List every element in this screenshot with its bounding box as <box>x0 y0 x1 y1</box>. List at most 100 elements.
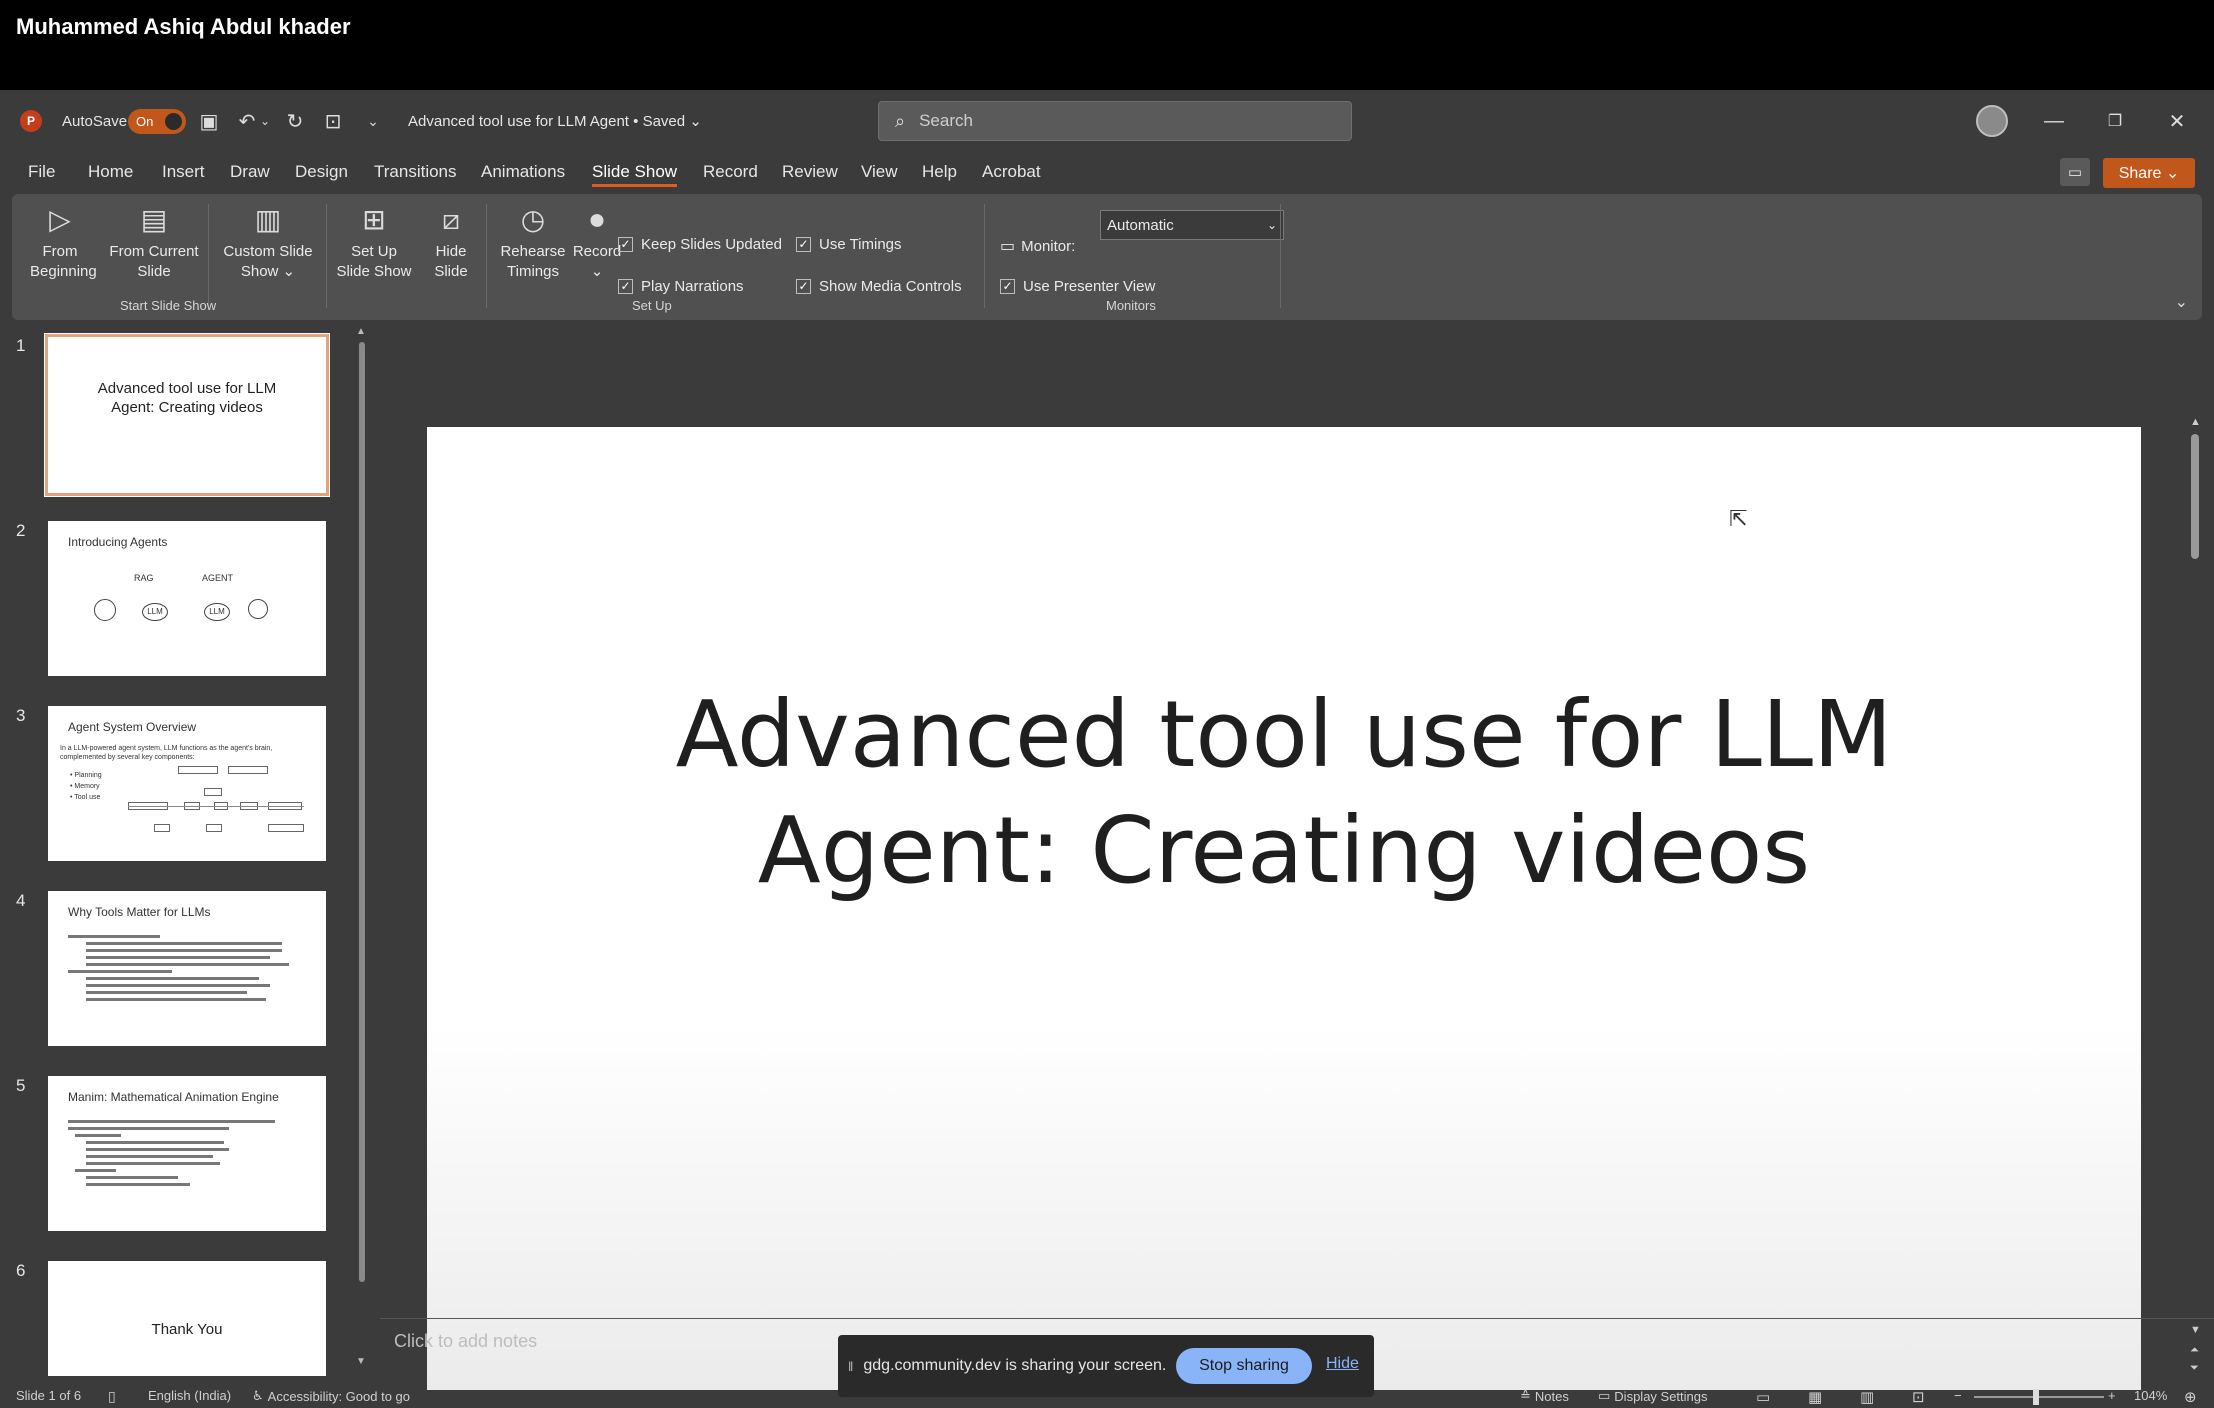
restore-icon[interactable]: ❐ <box>2098 104 2132 138</box>
ribbon-collapse-icon[interactable]: ⌄ <box>2175 292 2188 312</box>
set-up-slide-show-button[interactable]: ⊞ Set Up Slide Show <box>334 202 414 282</box>
user-avatar[interactable] <box>1976 105 2008 137</box>
language-indicator[interactable]: English (India) <box>148 1388 231 1403</box>
scrollbar-thumb[interactable] <box>2191 434 2199 559</box>
play-from-start-icon: ▷ <box>49 204 71 235</box>
thumb-bullet-text: Memory <box>74 783 100 790</box>
custom-slide-show-button[interactable]: ▥ Custom Slide Show ⌄ <box>216 202 320 282</box>
normal-view-icon[interactable]: ▭ <box>1756 1388 1770 1406</box>
thumb-body-text: In a LLM-powered agent system, LLM funct… <box>60 745 273 761</box>
setup-show-icon: ⊞ <box>362 204 386 235</box>
save-icon[interactable]: ▣ <box>196 108 222 134</box>
slide-show-view-icon[interactable]: ⊡ <box>1912 1388 1925 1406</box>
tab-review[interactable]: Review <box>782 162 838 182</box>
tab-draw[interactable]: Draw <box>230 162 270 182</box>
scroll-up-icon[interactable]: ▲ <box>356 326 366 337</box>
zoom-out-icon[interactable]: − <box>1954 1388 1962 1403</box>
from-beginning-button[interactable]: ▷ From Beginning <box>30 202 97 282</box>
zoom-slider-thumb[interactable] <box>2033 1389 2039 1405</box>
redo-icon[interactable]: ↻ <box>282 108 308 134</box>
ribbon-separator <box>326 204 327 308</box>
keep-slides-updated-label: Keep Slides Updated <box>641 236 782 253</box>
spell-check-icon[interactable]: ▯ <box>108 1388 116 1405</box>
undo-dropdown-icon[interactable]: ⌄ <box>258 108 272 134</box>
tab-help[interactable]: Help <box>922 162 957 182</box>
title-bar: P AutoSave On ▣ ↶ ⌄ ↻ ⊡ ⌄ Advanced tool … <box>0 90 2214 152</box>
hide-banner-link[interactable]: Hide <box>1326 1355 1359 1373</box>
autosave-toggle[interactable]: On <box>128 109 186 134</box>
group-label-start-slide-show: Start Slide Show <box>120 298 217 313</box>
share-button[interactable]: Share ⌄ <box>2103 158 2195 188</box>
undo-icon[interactable]: ↶ <box>234 108 260 134</box>
next-slide-icon[interactable]: ⏷ <box>2190 1362 2199 1375</box>
tab-record[interactable]: Record <box>703 162 758 182</box>
tab-slide-show[interactable]: Slide Show <box>592 162 678 187</box>
custom-show-icon: ▥ <box>254 204 282 235</box>
slide-thumbnail-3[interactable]: Agent System Overview In a LLM-powered a… <box>48 706 326 861</box>
present-icon[interactable]: ⊡ <box>320 108 346 134</box>
thumb-title: Advanced tool use for LLM Agent: Creatin… <box>97 380 277 416</box>
thumbnails-scrollbar[interactable]: ▲ ▼ <box>356 326 366 1367</box>
thumb-number: 6 <box>16 1261 26 1280</box>
thumb-bullet-text: Planning <box>74 772 102 779</box>
zoom-level[interactable]: 104% <box>2134 1388 2167 1403</box>
zoom-slider[interactable] <box>1974 1396 2104 1398</box>
show-media-controls-checkbox[interactable]: ✓ Show Media Controls <box>796 278 962 295</box>
tab-file[interactable]: File <box>28 162 55 182</box>
slide-thumbnail-6[interactable]: Thank You <box>48 1261 326 1376</box>
slide-scrollbar[interactable]: ▲ ▼ ⏶ ⏷ <box>2188 416 2202 1386</box>
thumb-diagram <box>128 766 308 852</box>
notes-placeholder: Click to add notes <box>394 1331 538 1351</box>
autosave-state: On <box>136 114 154 129</box>
slide-sorter-icon[interactable]: ▦ <box>1808 1388 1822 1406</box>
slide-thumbnails-pane: 1 Advanced tool use for LLM Agent: Creat… <box>0 326 380 1376</box>
tab-transitions[interactable]: Transitions <box>374 162 457 182</box>
tab-insert[interactable]: Insert <box>162 162 205 182</box>
minimize-icon[interactable]: — <box>2037 104 2071 138</box>
checkbox-checked-icon: ✓ <box>1000 279 1015 294</box>
slide-canvas[interactable]: Advanced tool use for LLM Agent: Creatin… <box>427 427 2141 1390</box>
slide-thumbnail-1[interactable]: Advanced tool use for LLM Agent: Creatin… <box>44 333 330 497</box>
thumb-number: 4 <box>16 891 26 910</box>
tab-home[interactable]: Home <box>88 162 133 182</box>
thumb-number: 2 <box>16 521 26 540</box>
scroll-down-icon[interactable]: ▼ <box>356 1356 366 1367</box>
use-presenter-view-checkbox[interactable]: ✓ Use Presenter View <box>1000 278 1155 295</box>
screen-share-banner: ‖ gdg.community.dev is sharing your scre… <box>838 1335 1374 1397</box>
from-current-label: From Current Slide <box>109 243 199 280</box>
thumb-bullet: • Memory <box>70 783 100 790</box>
scrollbar-thumb[interactable] <box>359 342 365 1282</box>
fit-to-window-icon[interactable]: ⊕ <box>2184 1388 2197 1406</box>
tab-acrobat[interactable]: Acrobat <box>982 162 1041 182</box>
reading-view-icon[interactable]: ▥ <box>1860 1388 1874 1406</box>
drag-handle-icon[interactable]: ‖ <box>848 1359 853 1374</box>
document-title[interactable]: Advanced tool use for LLM Agent • Saved … <box>408 90 702 152</box>
zoom-in-icon[interactable]: + <box>2108 1388 2116 1403</box>
search-input[interactable]: ⌕ Search <box>878 101 1352 141</box>
notes-toggle[interactable]: ≙ Notes <box>1520 1388 1569 1404</box>
mouse-cursor-icon: ⇱ <box>1729 506 1748 531</box>
slide-thumbnail-4[interactable]: Why Tools Matter for LLMs <box>48 891 326 1046</box>
from-current-slide-button[interactable]: ▤ From Current Slide <box>104 202 204 282</box>
tab-view[interactable]: View <box>861 162 898 182</box>
slide-thumbnail-5[interactable]: Manim: Mathematical Animation Engine <box>48 1076 326 1231</box>
ribbon-separator <box>208 204 209 308</box>
monitor-icon: ▭ <box>1000 238 1016 255</box>
use-timings-label: Use Timings <box>819 236 902 253</box>
scroll-up-icon[interactable]: ▲ <box>2190 416 2201 428</box>
tab-animations[interactable]: Animations <box>481 162 565 182</box>
slide-title[interactable]: Advanced tool use for LLM Agent: Creatin… <box>427 677 2141 909</box>
use-timings-checkbox[interactable]: ✓ Use Timings <box>796 236 902 253</box>
play-narrations-checkbox[interactable]: ✓ Play Narrations <box>618 278 744 295</box>
accessibility-checker[interactable]: ♿ Accessibility: Good to go <box>252 1388 410 1404</box>
tab-design[interactable]: Design <box>295 162 348 182</box>
keep-slides-updated-checkbox[interactable]: ✓ Keep Slides Updated <box>618 236 782 253</box>
close-icon[interactable]: ✕ <box>2160 104 2194 138</box>
hide-slide-button[interactable]: ⧄ Hide Slide <box>422 202 480 282</box>
monitor-select[interactable]: Automatic ⌄ <box>1100 210 1284 240</box>
slide-thumbnail-2[interactable]: Introducing Agents RAG AGENT LLM LLM <box>48 521 326 676</box>
customize-toolbar-icon[interactable]: ⌄ <box>360 108 386 134</box>
comments-button[interactable]: ▭ <box>2060 158 2090 186</box>
display-settings-button[interactable]: ▭ Display Settings <box>1598 1388 1708 1404</box>
stop-sharing-button[interactable]: Stop sharing <box>1176 1348 1312 1384</box>
